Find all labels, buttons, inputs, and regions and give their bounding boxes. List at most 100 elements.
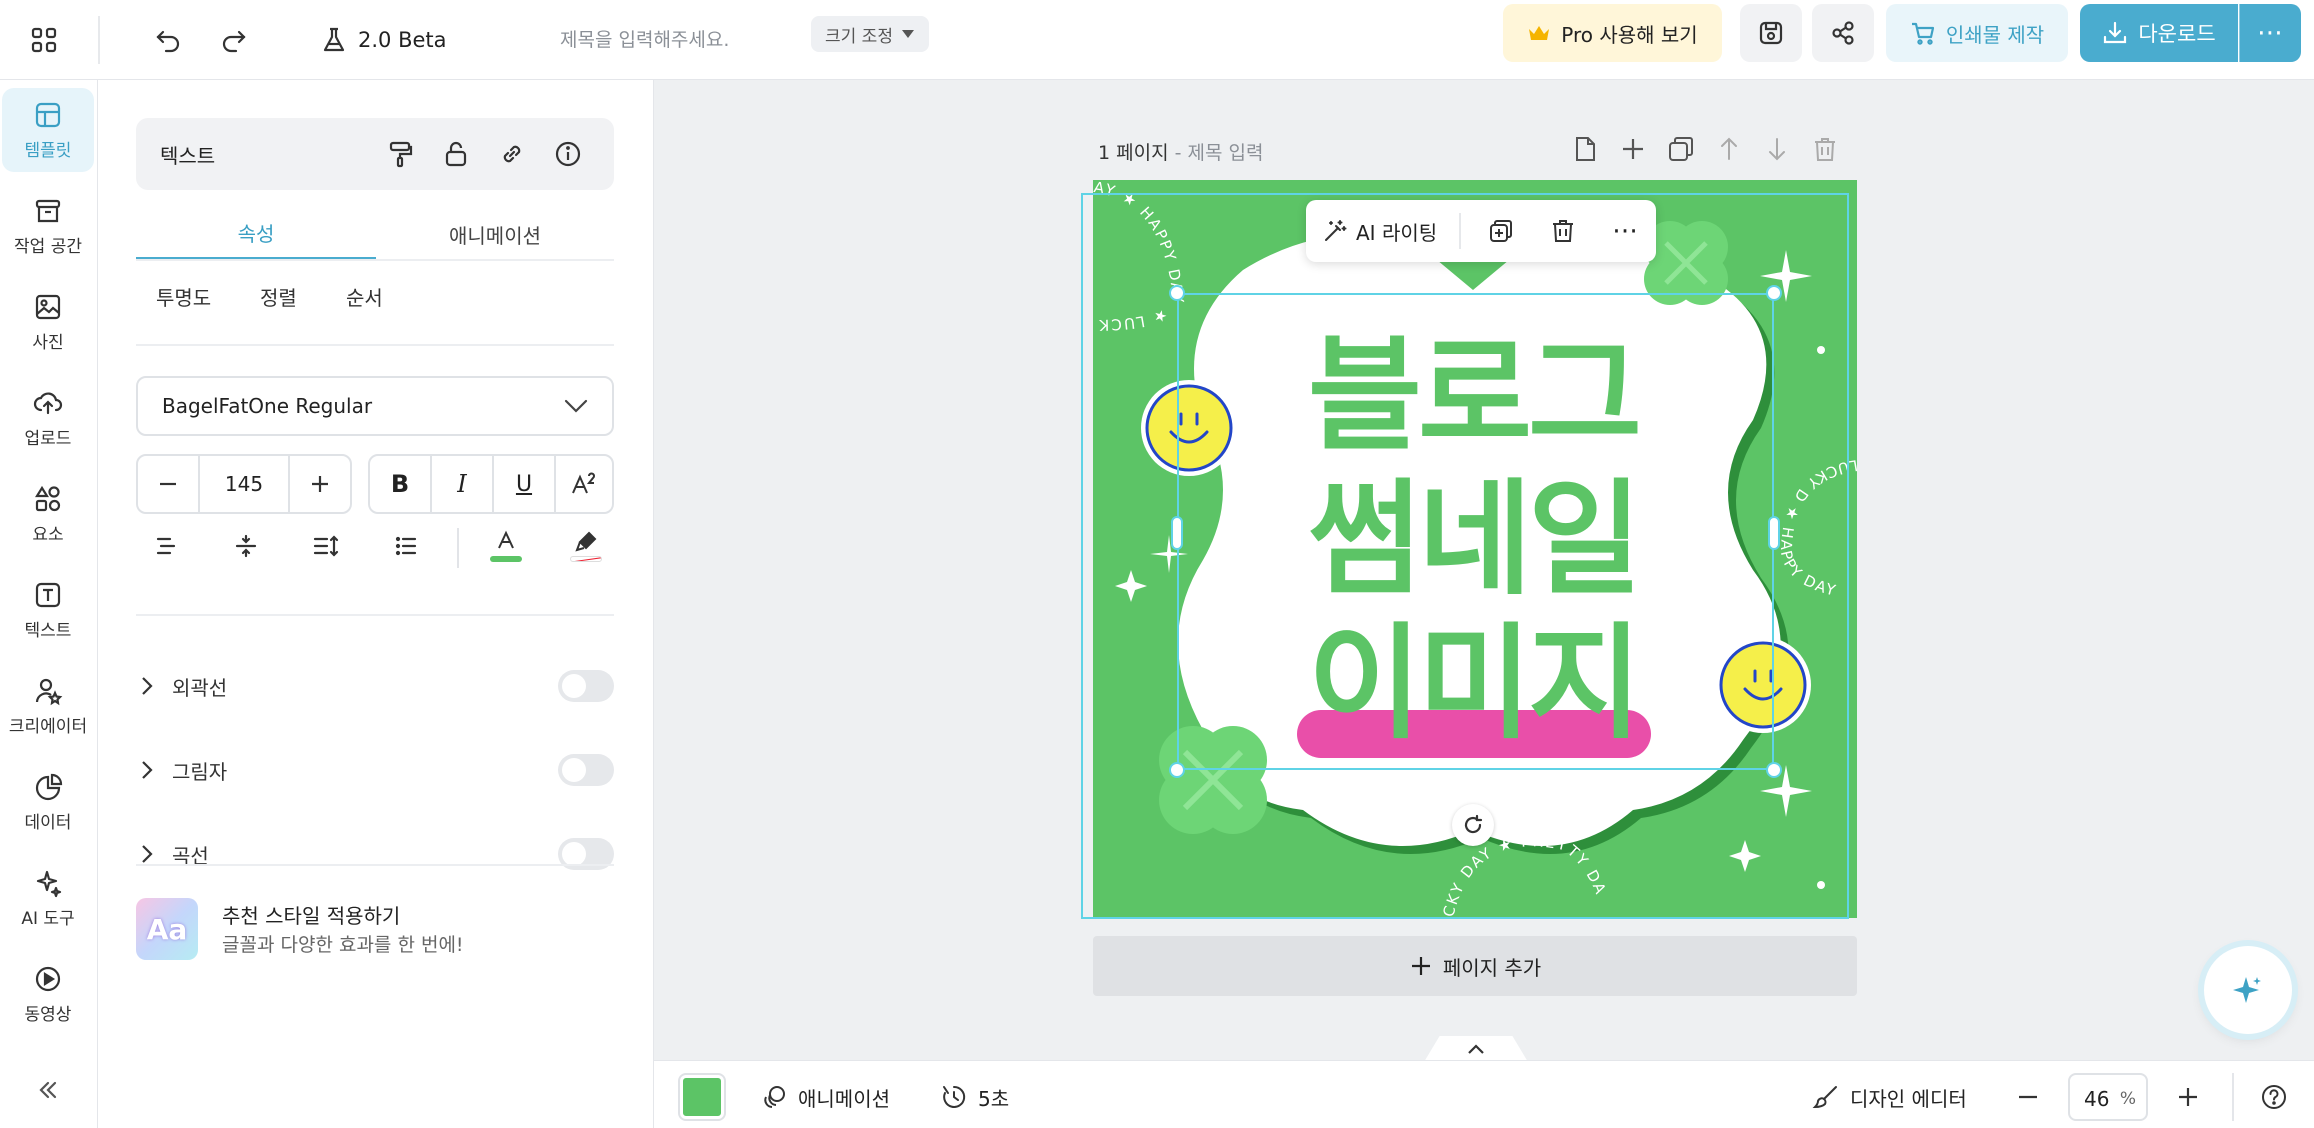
- help-icon: [2260, 1083, 2288, 1111]
- apps-grid-icon[interactable]: [18, 14, 70, 66]
- outline-toggle[interactable]: [558, 670, 614, 702]
- zoom-out-button[interactable]: [2006, 1075, 2050, 1119]
- chevron-right-icon: [140, 843, 154, 865]
- nav-item-video[interactable]: 동영상: [2, 952, 94, 1036]
- info-icon[interactable]: [554, 140, 582, 168]
- increase-size-button[interactable]: [290, 456, 350, 512]
- curve-toggle-row[interactable]: 곡선: [136, 824, 614, 884]
- shadow-toggle-row[interactable]: 그림자: [136, 740, 614, 800]
- subtab-order[interactable]: 순서: [346, 282, 383, 311]
- expand-pages-button[interactable]: [1424, 1036, 1528, 1062]
- tab-animation[interactable]: 애니메이션: [376, 208, 614, 260]
- resize-handle-top-right[interactable]: [1766, 285, 1782, 301]
- rotate-handle[interactable]: [1452, 804, 1494, 846]
- text-effects-button[interactable]: [556, 456, 612, 512]
- subtab-opacity[interactable]: 투명도: [156, 282, 211, 311]
- chevron-down-icon: [564, 399, 588, 413]
- font-family-select[interactable]: BagelFatOne Regular: [136, 376, 614, 436]
- no-highlight-swatch: [570, 556, 602, 562]
- ai-assistant-button[interactable]: [2204, 946, 2292, 1034]
- move-page-up-icon[interactable]: [1714, 134, 1744, 164]
- font-size-input[interactable]: 145: [200, 456, 288, 512]
- duplicate-button[interactable]: [1481, 200, 1521, 262]
- vertical-align-button[interactable]: [216, 516, 276, 576]
- beta-version[interactable]: 2.0 Beta: [320, 18, 447, 62]
- add-page-icon[interactable]: [1618, 134, 1648, 164]
- nav-item-upload[interactable]: 업로드: [2, 376, 94, 460]
- text-color-icon: [494, 530, 518, 552]
- help-button[interactable]: [2252, 1075, 2296, 1119]
- timer-icon: [940, 1083, 968, 1111]
- resize-handle-right[interactable]: [1768, 516, 1780, 550]
- nav-item-workspace[interactable]: 작업 공간: [2, 184, 94, 268]
- undo-icon[interactable]: [142, 14, 194, 66]
- highlight-color-button[interactable]: [556, 516, 616, 576]
- nav-item-creator[interactable]: 크리에이터: [2, 664, 94, 748]
- page-label[interactable]: 1 페이지 - 제목 입력: [1098, 138, 1263, 165]
- upload-icon: [33, 388, 63, 418]
- nav-item-data[interactable]: 데이터: [2, 760, 94, 844]
- design-editor-button[interactable]: 디자인 에디터: [1812, 1075, 1967, 1119]
- ai-writing-button[interactable]: AI 라이팅: [1322, 200, 1437, 262]
- print-order-button[interactable]: 인쇄물 제작: [1886, 4, 2068, 62]
- text-selection-box[interactable]: [1177, 293, 1774, 770]
- subtab-align[interactable]: 정렬: [260, 282, 297, 311]
- nav-label: 텍스트: [24, 620, 72, 641]
- title-input[interactable]: 제목을 입력해주세요.: [560, 18, 770, 62]
- more-actions-button[interactable]: ⋯: [1605, 200, 1645, 262]
- resize-handle-bottom-right[interactable]: [1766, 762, 1782, 778]
- download-button[interactable]: 다운로드: [2080, 4, 2238, 62]
- tab-properties[interactable]: 속성: [136, 208, 376, 260]
- paint-roller-icon[interactable]: [386, 140, 414, 168]
- minus-icon: [157, 473, 179, 495]
- bold-button[interactable]: B: [370, 456, 430, 512]
- recommend-style-card[interactable]: Aa 추천 스타일 적용하기 글꼴과 다양한 효과를 한 번에!: [136, 888, 614, 968]
- duplicate-page-icon[interactable]: [1666, 134, 1696, 164]
- nav-item-ai-tools[interactable]: AI 도구: [2, 856, 94, 940]
- page-memo-icon[interactable]: [1570, 134, 1600, 164]
- underline-button[interactable]: U: [494, 456, 554, 512]
- background-color-swatch[interactable]: [680, 1075, 724, 1119]
- pro-trial-button[interactable]: Pro 사용해 보기: [1503, 4, 1722, 62]
- nav-label: 템플릿: [24, 140, 72, 161]
- resize-handle-top-left[interactable]: [1169, 285, 1185, 301]
- nav-item-elements[interactable]: 요소: [2, 472, 94, 556]
- download-icon: [2102, 20, 2128, 46]
- line-spacing-button[interactable]: [296, 516, 356, 576]
- unlock-icon[interactable]: [442, 140, 470, 168]
- decrease-size-button[interactable]: [138, 456, 198, 512]
- outline-toggle-row[interactable]: 외곽선: [136, 656, 614, 716]
- animation-button[interactable]: 애니메이션: [760, 1075, 890, 1119]
- add-page-button[interactable]: 페이지 추가: [1093, 936, 1857, 996]
- italic-button[interactable]: I: [432, 456, 492, 512]
- photo-icon: [33, 292, 63, 322]
- delete-page-icon[interactable]: [1810, 134, 1840, 164]
- superscript-icon: [571, 472, 597, 496]
- save-button[interactable]: [1740, 4, 1802, 62]
- zoom-in-button[interactable]: [2166, 1075, 2210, 1119]
- align-text-button[interactable]: [136, 516, 196, 576]
- delete-button[interactable]: [1543, 200, 1583, 262]
- nav-item-photo[interactable]: 사진: [2, 280, 94, 364]
- zoom-input[interactable]: 46 %: [2068, 1073, 2148, 1121]
- link-icon[interactable]: [498, 140, 526, 168]
- plus-icon: [309, 473, 331, 495]
- shadow-toggle[interactable]: [558, 754, 614, 786]
- video-icon: [33, 964, 63, 994]
- more-options-button[interactable]: ⋯: [2239, 4, 2301, 62]
- nav-item-template[interactable]: 템플릿: [2, 88, 94, 172]
- redo-icon[interactable]: [208, 14, 260, 66]
- resize-label: 크기 조정: [825, 26, 893, 47]
- text-color-button[interactable]: [476, 516, 536, 576]
- resize-handle-left[interactable]: [1171, 516, 1183, 550]
- page-title-input[interactable]: - 제목 입력: [1175, 142, 1264, 164]
- recommend-style-thumbnail: Aa: [136, 898, 198, 960]
- resize-handle-bottom-left[interactable]: [1169, 762, 1185, 778]
- collapse-panel-button[interactable]: [2, 1060, 94, 1120]
- share-button[interactable]: [1812, 4, 1874, 62]
- nav-item-text[interactable]: 텍스트: [2, 568, 94, 652]
- move-page-down-icon[interactable]: [1762, 134, 1792, 164]
- resize-button[interactable]: 크기 조정: [811, 16, 929, 52]
- duration-button[interactable]: 5초: [940, 1075, 1009, 1119]
- list-button[interactable]: [376, 516, 436, 576]
